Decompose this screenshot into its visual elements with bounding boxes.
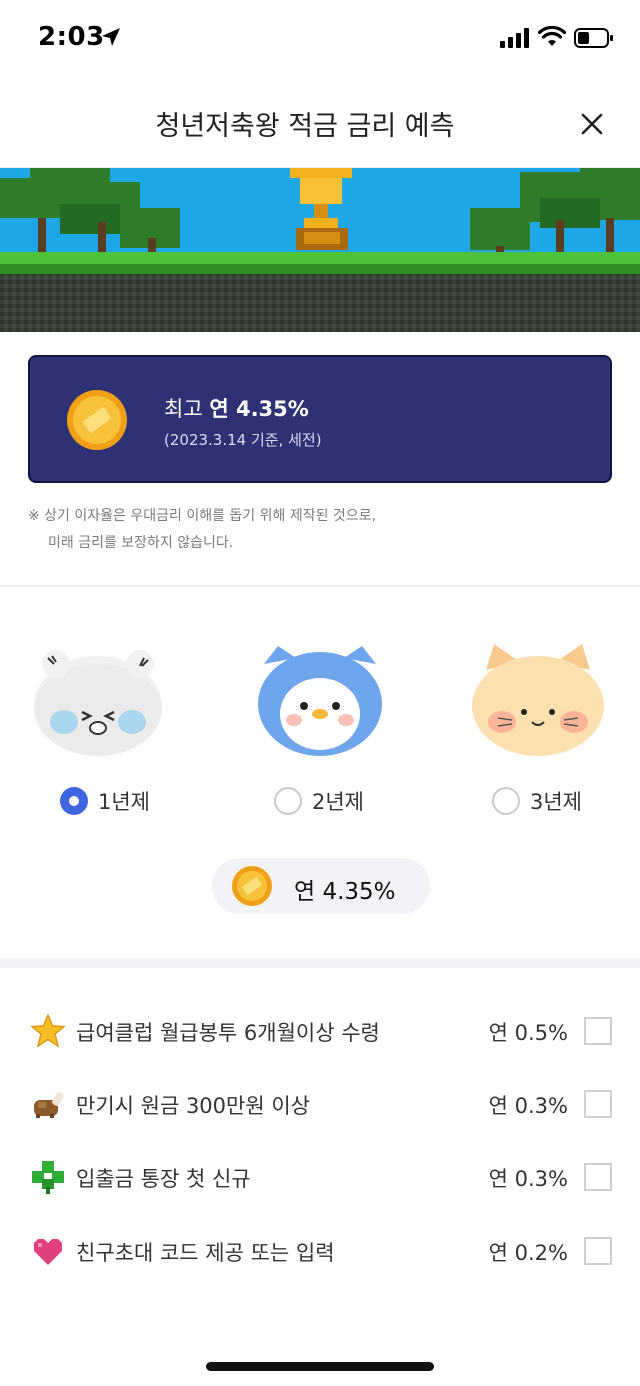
predicted-rate-pill: 연 4.35%	[212, 858, 430, 914]
clover-icon	[32, 1161, 64, 1194]
status-bar: 2:03	[0, 0, 640, 80]
term-label-2-year: 2년제	[312, 790, 365, 814]
status-time: 2:03	[38, 22, 105, 52]
predicted-rate-value: 연 4.35%	[294, 879, 396, 905]
gold-coin-icon	[67, 390, 127, 450]
cellular-signal-icon	[500, 28, 529, 48]
term-option-1-year[interactable]: 1년제	[60, 784, 150, 818]
bonus-rate: 연 0.3%	[488, 1167, 568, 1191]
bonus-checkbox[interactable]	[584, 1163, 612, 1191]
battery-icon	[574, 28, 613, 48]
gold-coin-icon	[232, 866, 272, 906]
radio-1-year[interactable]	[60, 787, 88, 815]
bonus-label: 입출금 통장 첫 신규	[76, 1167, 251, 1191]
bonus-item-referral[interactable]: 친구초대 코드 제공 또는 입력 연 0.2%	[0, 1224, 640, 1278]
pixel-art-banner	[0, 168, 640, 332]
page-title: 청년저축왕 적금 금리 예측	[155, 111, 455, 142]
penguin-character-icon[interactable]	[250, 640, 390, 760]
section-divider	[0, 958, 640, 968]
bonus-item-principal[interactable]: 만기시 원금 300만원 이상 연 0.3%	[0, 1077, 640, 1131]
bonus-label: 친구초대 코드 제공 또는 입력	[76, 1241, 335, 1265]
section-divider	[0, 585, 640, 587]
max-rate-card: 최고 연 4.35% (2023.3.14 기준, 세전)	[28, 355, 612, 483]
bonus-label: 급여클럽 월급봉투 6개월이상 수령	[76, 1021, 380, 1045]
bonus-item-new-account[interactable]: 입출금 통장 첫 신규 연 0.3%	[0, 1150, 640, 1204]
disclaimer: ※ 상기 이자율은 우대금리 이해를 돕기 위해 제작된 것으로, 미래 금리를…	[28, 503, 618, 557]
bonus-checkbox[interactable]	[584, 1237, 612, 1265]
star-icon	[30, 1013, 66, 1048]
close-button[interactable]	[572, 104, 612, 144]
home-indicator[interactable]	[206, 1362, 434, 1371]
location-arrow-icon	[102, 28, 120, 46]
term-option-2-year[interactable]: 2년제	[274, 784, 364, 818]
radio-3-year[interactable]	[492, 787, 520, 815]
max-rate-text: 최고 연 4.35%	[164, 393, 309, 423]
max-rate-value: 연 4.35%	[209, 397, 309, 421]
cat-character-icon[interactable]	[468, 640, 608, 760]
disclaimer-line-2: 미래 금리를 보장하지 않습니다.	[48, 535, 234, 551]
max-rate-prefix: 최고	[164, 397, 210, 421]
bonus-rate: 연 0.3%	[488, 1094, 568, 1118]
wifi-icon	[538, 26, 566, 46]
bonus-checkbox[interactable]	[584, 1090, 612, 1118]
heart-icon	[34, 1239, 62, 1265]
bonus-label: 만기시 원금 300만원 이상	[76, 1094, 310, 1118]
bonus-item-salary-club[interactable]: 급여클럽 월급봉투 6개월이상 수령 연 0.5%	[0, 1004, 640, 1058]
page-header: 청년저축왕 적금 금리 예측	[0, 80, 640, 168]
polar-bear-character-icon[interactable]	[28, 640, 168, 760]
bonus-rate: 연 0.5%	[488, 1021, 568, 1045]
rate-basis: (2023.3.14 기준, 세전)	[164, 431, 322, 449]
term-option-3-year[interactable]: 3년제	[492, 784, 582, 818]
term-label-1-year: 1년제	[98, 790, 151, 814]
radio-2-year[interactable]	[274, 787, 302, 815]
bonus-rate: 연 0.2%	[488, 1241, 568, 1265]
bonus-checkbox[interactable]	[584, 1017, 612, 1045]
piggy-bank-icon	[34, 1092, 64, 1118]
disclaimer-line-1: ※ 상기 이자율은 우대금리 이해를 돕기 위해 제작된 것으로,	[28, 508, 377, 524]
term-label-3-year: 3년제	[530, 790, 583, 814]
